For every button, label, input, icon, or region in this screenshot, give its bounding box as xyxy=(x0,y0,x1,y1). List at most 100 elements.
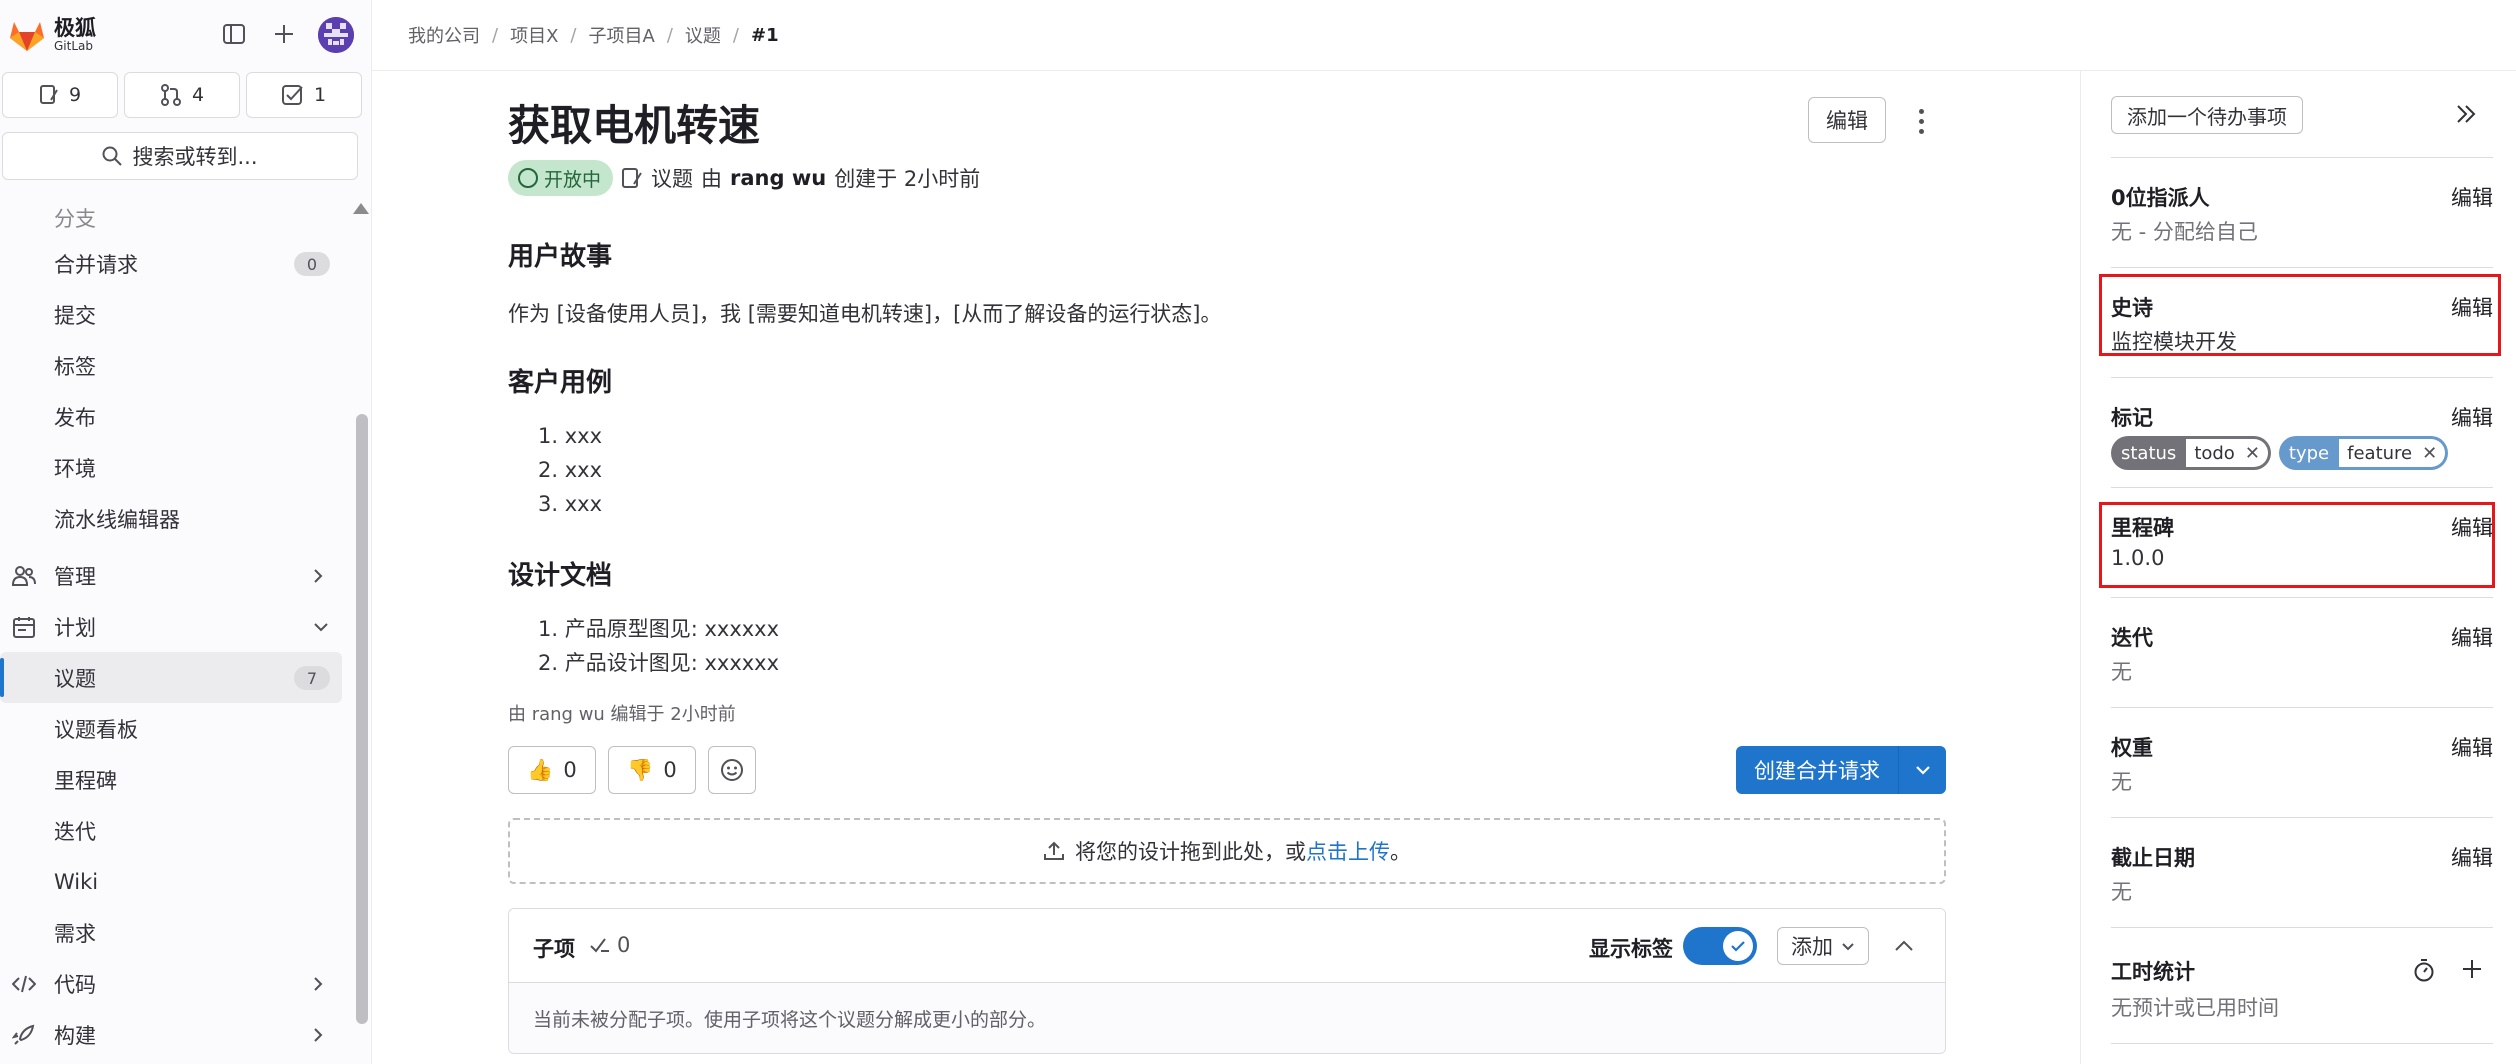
more-actions-icon[interactable] xyxy=(1906,101,1936,141)
edit-labels-button[interactable]: 编辑 xyxy=(2451,402,2493,432)
search-button[interactable]: 搜索或转到... xyxy=(2,132,358,180)
sidebar-section-build[interactable]: 构建 xyxy=(0,1009,371,1060)
edit-due-date-button[interactable]: 编辑 xyxy=(2451,842,2493,872)
due-date-section: 截止日期 编辑 无 xyxy=(2111,817,2493,927)
add-reaction-button[interactable] xyxy=(708,746,756,794)
edit-iteration-button[interactable]: 编辑 xyxy=(2451,622,2493,652)
new-item-plus-icon[interactable] xyxy=(270,20,298,48)
merge-requests-count: 4 xyxy=(191,84,205,106)
label-value: feature xyxy=(2347,442,2413,464)
label-chip[interactable]: type feature ✕ xyxy=(2278,436,2449,470)
remove-label-icon[interactable]: ✕ xyxy=(2422,443,2437,464)
edit-weight-button[interactable]: 编辑 xyxy=(2451,732,2493,762)
weight-section: 权重 编辑 无 xyxy=(2111,707,2493,817)
collapse-sidebar-icon[interactable] xyxy=(2455,103,2477,125)
breadcrumb-item[interactable]: 项目X xyxy=(510,22,558,48)
sidebar-item-label: Wiki xyxy=(54,869,99,894)
calendar-icon xyxy=(13,617,35,638)
upload-link[interactable]: 点击上传 xyxy=(1306,836,1390,866)
sidebar-section-code[interactable]: 代码 xyxy=(0,958,371,1009)
issues-counter-button[interactable]: 9 xyxy=(2,72,118,118)
merge-requests-badge: 0 xyxy=(294,252,330,276)
sidebar-item-merge-requests[interactable]: 合并请求 0 xyxy=(0,238,371,289)
sidebar-item-tags[interactable]: 标签 xyxy=(0,340,371,391)
sidebar-item-wiki[interactable]: Wiki xyxy=(0,856,371,907)
remove-label-icon[interactable]: ✕ xyxy=(2245,443,2260,464)
chevron-right-icon xyxy=(314,569,323,583)
assignee-value[interactable]: 无 - 分配给自己 xyxy=(2111,216,2258,246)
weight-label: 权重 xyxy=(2111,736,2153,760)
list-item: 2. xxx xyxy=(538,458,602,482)
breadcrumb-item[interactable]: 议题 xyxy=(685,22,721,48)
user-story-text: 作为 [设备使用人员]，我 [需要知道电机转速]，[从而了解设备的运行状态]。 xyxy=(508,302,1222,326)
show-labels-toggle[interactable] xyxy=(1683,927,1757,965)
sidebar-item-iterations[interactable]: 迭代 xyxy=(0,805,371,856)
brand[interactable]: 极狐 GitLab xyxy=(54,17,96,53)
thumbs-down-button[interactable]: 👎 0 xyxy=(608,746,696,794)
time-tracking-value: 无预计或已用时间 xyxy=(2111,996,2279,1020)
sidebar-item-label: 标签 xyxy=(54,354,96,379)
stopwatch-icon[interactable] xyxy=(2413,958,2435,982)
iteration-value: 无 xyxy=(2111,660,2132,684)
design-upload-dropzone[interactable]: 将您的设计拖到此处，或 点击上传 。 xyxy=(508,818,1946,884)
collapse-children-button[interactable] xyxy=(1889,931,1919,961)
label-key: status xyxy=(2121,442,2177,464)
merge-requests-counter-button[interactable]: 4 xyxy=(124,72,240,118)
status-badge: 开放中 xyxy=(508,160,614,196)
add-todo-button[interactable]: 添加一个待办事项 xyxy=(2111,96,2303,134)
time-tracking-section: 工时统计 无预计或已用时间 xyxy=(2111,927,2493,1043)
label-chip[interactable]: status todo ✕ xyxy=(2111,436,2271,470)
sidebar-item-label: 议题 xyxy=(54,666,96,691)
edit-issue-button[interactable]: 编辑 xyxy=(1808,97,1886,143)
add-child-dropdown[interactable]: 添加 xyxy=(1777,927,1869,965)
check-icon xyxy=(1731,941,1745,952)
child-items-panel: 子项 0 显示标签 添加 当前未被分配子项。使用子项将这个议题分解成更小的部分。 xyxy=(508,908,1946,1054)
breadcrumb: 我的公司 / 项目X / 子项目A / 议题 / #1 xyxy=(408,22,779,48)
breadcrumb-separator: / xyxy=(570,24,577,46)
sidebar-item-pipeline-editor[interactable]: 流水线编辑器 xyxy=(0,493,371,544)
time-tracking-label: 工时统计 xyxy=(2111,960,2195,984)
sidebar-item-requirements[interactable]: 需求 xyxy=(0,907,371,958)
breadcrumb-current[interactable]: #1 xyxy=(751,25,779,46)
issue-meta: 开放中 议题 由 rang wu 创建于 2小时前 xyxy=(508,160,980,196)
brand-sub: GitLab xyxy=(54,39,93,53)
breadcrumb-item[interactable]: 我的公司 xyxy=(408,22,480,48)
breadcrumb-item[interactable]: 子项目A xyxy=(589,22,655,48)
sidebar-item-milestones[interactable]: 里程碑 xyxy=(0,754,371,805)
edit-assignee-button[interactable]: 编辑 xyxy=(2451,182,2493,212)
code-icon xyxy=(12,975,36,993)
child-items-header: 子项 0 显示标签 添加 xyxy=(509,909,1945,983)
todos-counter-button[interactable]: 1 xyxy=(246,72,362,118)
user-avatar[interactable] xyxy=(318,17,354,53)
breadcrumb-separator: / xyxy=(732,24,739,46)
issue-author[interactable]: rang wu xyxy=(730,166,826,190)
sidebar-section-plan[interactable]: 计划 xyxy=(0,601,371,652)
gitlab-logo-icon[interactable] xyxy=(8,18,46,52)
dropzone-end: 。 xyxy=(1390,840,1411,864)
sidebar-item-commits[interactable]: 提交 xyxy=(0,289,371,340)
sidebar-item-environments[interactable]: 环境 xyxy=(0,442,371,493)
toggle-sidebar-icon[interactable] xyxy=(220,20,248,48)
sidebar-item-label: 提交 xyxy=(54,303,96,328)
open-status-icon xyxy=(518,168,538,188)
show-labels-label: 显示标签 xyxy=(1589,937,1673,961)
create-merge-request-button[interactable]: 创建合并请求 xyxy=(1736,746,1946,794)
issue-type-icon xyxy=(622,168,642,188)
thumbs-up-icon: 👍 xyxy=(527,757,554,782)
counter-bar: 9 4 1 xyxy=(2,72,362,118)
heading-design-docs: 设计文档 xyxy=(508,561,613,591)
list-item: 3. xxx xyxy=(538,492,602,516)
issue-created: 创建于 2小时前 xyxy=(834,167,981,191)
sidebar-item-issues[interactable]: 议题 7 xyxy=(0,652,342,703)
thumbs-up-button[interactable]: 👍 0 xyxy=(508,746,596,794)
scroll-up-arrow-icon[interactable] xyxy=(353,203,369,214)
sidebar-section-manage[interactable]: 管理 xyxy=(0,550,371,601)
create-merge-request-dropdown[interactable] xyxy=(1899,765,1946,775)
sidebar-item-releases[interactable]: 发布 xyxy=(0,391,371,442)
sidebar-item-issue-boards[interactable]: 议题看板 xyxy=(0,703,371,754)
sidebar-scrollbar[interactable] xyxy=(356,414,368,1024)
chevron-right-icon xyxy=(314,977,323,991)
page-title: 获取电机转速 xyxy=(508,101,761,150)
sidebar-item-branches[interactable]: 分支 xyxy=(0,198,371,238)
add-time-plus-icon[interactable] xyxy=(2461,958,2483,980)
